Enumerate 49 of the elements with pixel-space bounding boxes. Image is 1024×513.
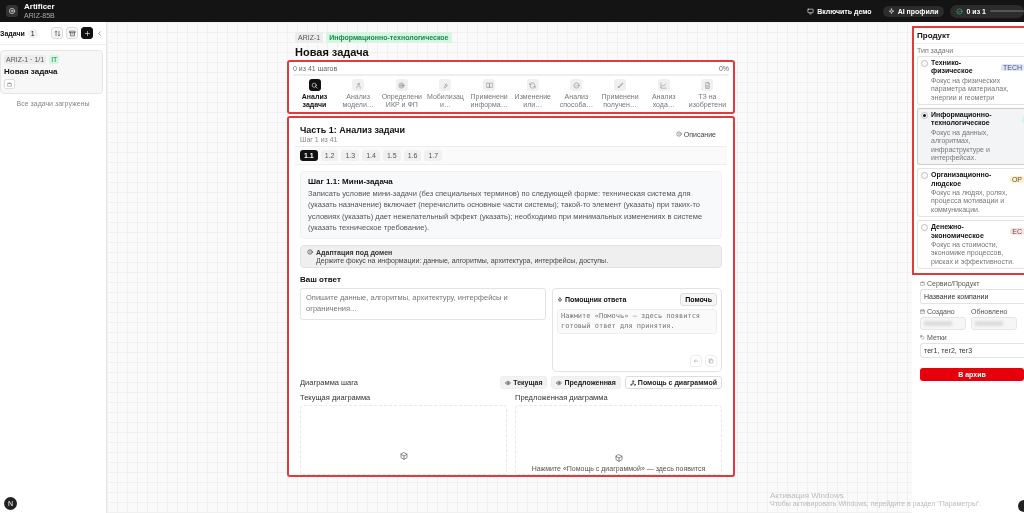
part-title: Часть 1: Анализ задачи — [300, 125, 406, 136]
sort-button[interactable] — [51, 27, 63, 39]
info-icon — [675, 131, 682, 138]
task-title: Новая задача — [295, 46, 370, 58]
calendar-icon — [920, 309, 925, 315]
sparkle-icon — [887, 7, 895, 15]
target-icon — [398, 81, 406, 89]
copy-button[interactable] — [705, 355, 717, 368]
answer-label: Ваш ответ — [300, 275, 342, 285]
chevron-left-icon — [96, 29, 103, 37]
briefcase-icon — [920, 281, 925, 287]
cube-icon — [399, 452, 408, 461]
eye-icon — [505, 379, 512, 386]
book-icon — [485, 81, 493, 89]
person-icon — [354, 81, 362, 89]
archive-button[interactable] — [66, 27, 78, 39]
app-name: Artificer — [24, 2, 55, 12]
radio-button[interactable] — [921, 111, 928, 119]
cube-icon — [614, 454, 623, 463]
panel-title: Продукт — [914, 28, 1024, 44]
activation-title: Активация Windows — [770, 491, 845, 500]
blurred-field — [971, 317, 1017, 331]
archive-icon — [68, 29, 76, 37]
radio-button[interactable] — [921, 172, 928, 180]
blurred-field — [920, 317, 966, 331]
add-task-button[interactable] — [81, 27, 93, 39]
info-icon — [307, 249, 313, 256]
collapse-button[interactable] — [96, 29, 103, 37]
copy-icon — [708, 358, 714, 365]
back-button[interactable] — [690, 355, 702, 368]
task-title: Новая задача — [4, 67, 58, 76]
chart-icon — [660, 81, 668, 89]
plus-icon — [83, 29, 91, 37]
document-icon — [703, 81, 711, 89]
refresh-icon — [529, 81, 537, 89]
search-icon — [311, 81, 318, 89]
wrench-icon — [441, 81, 449, 89]
eye-icon — [556, 379, 563, 386]
sort-arrows-icon — [53, 29, 61, 37]
nodes-icon — [629, 379, 636, 386]
check-circle-icon — [955, 7, 963, 15]
arrow-left-icon — [693, 358, 699, 365]
sparkle-icon — [557, 296, 563, 303]
step-title: Шаг 1.1: Мини-задача — [308, 177, 394, 187]
radio-button[interactable] — [921, 60, 928, 67]
check-circle-icon — [572, 81, 580, 89]
tag-icon — [920, 335, 925, 341]
radio-button[interactable] — [921, 224, 928, 232]
monitor-icon — [807, 7, 815, 15]
